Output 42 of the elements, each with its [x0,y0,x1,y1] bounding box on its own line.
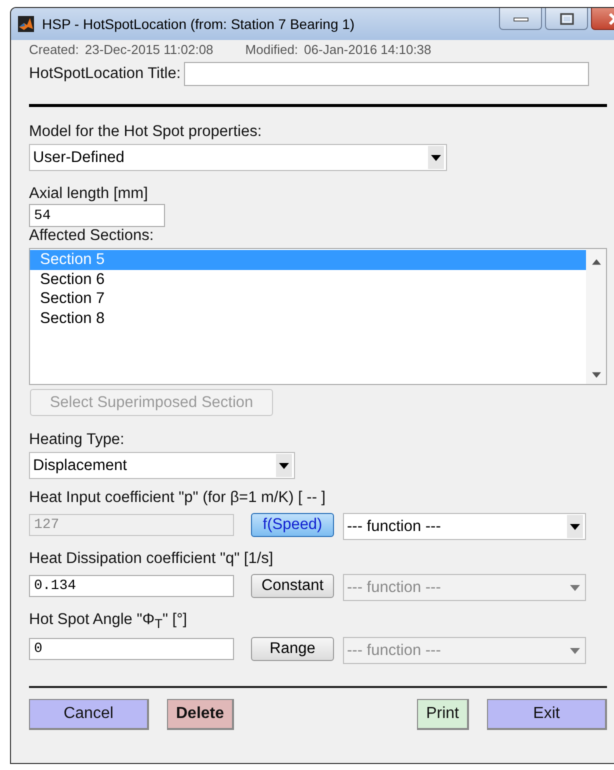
caret-icon [570,584,580,590]
model-label: Model for the Hot Spot properties: [29,123,263,141]
heating-type-label: Heating Type: [29,431,126,449]
app-logo-icon [18,16,34,32]
caret-icon [570,524,580,530]
maximize-button[interactable] [545,8,588,30]
coefficient-field[interactable]: 0 [29,638,234,660]
coefficient-field[interactable]: 0.134 [29,575,234,597]
model-dropdown[interactable]: User-Defined [29,144,447,171]
axial-length-label: Axial length [mm] [29,185,149,203]
dialog-button[interactable]: Delete [167,699,234,730]
caret-icon [570,648,580,654]
scrollbar[interactable] [586,249,606,384]
minimize-button[interactable] [499,8,542,30]
coefficient-label: Heat Input coefficient "p" (for β=1 m/K) [ -- ] [29,489,327,507]
maximize-icon [558,12,574,26]
window-title: HSP - HotSpotLocation (from: Station 7 Bearing 1) [42,16,355,32]
section-list-item[interactable]: Section 6 [30,270,586,289]
mode-button[interactable]: Range [251,637,334,662]
dialog-button[interactable]: Exit [487,699,607,730]
scroll-down-icon[interactable] [592,372,600,378]
function-dropdown[interactable]: --- function --- [343,513,586,540]
mode-button[interactable]: Constant [251,574,334,598]
scroll-up-icon[interactable] [592,259,600,265]
heating-type-dropdown[interactable]: Displacement [29,452,295,479]
section-list-item[interactable]: Section 8 [30,308,586,328]
caret-icon [279,462,289,468]
created-date: 23-Dec-2015 11:02:08 [84,42,214,57]
title-label: HotSpotLocation Title: [29,65,181,83]
coefficient-label: Hot Spot Angle "Φ$_{T}$" [°] [29,611,188,632]
caret-icon [431,154,441,160]
modified-label: Modified: [245,42,298,57]
coefficient-label: Heat Dissipation coefficient "q" [1/s] [29,550,274,568]
created-label: Created: [29,42,79,57]
affected-sections-label: Affected Sections: [29,227,155,245]
dialog-button[interactable]: Print [417,699,469,730]
section-list-item[interactable]: Section 7 [30,289,586,308]
title-input-field[interactable] [184,62,589,86]
axial-length-field[interactable]: 54 [29,204,165,227]
mode-button[interactable]: f(Speed) [251,513,334,537]
modified-date: 06-Jan-2016 14:10:38 [304,42,432,57]
dialog-button[interactable]: Cancel [29,699,149,730]
